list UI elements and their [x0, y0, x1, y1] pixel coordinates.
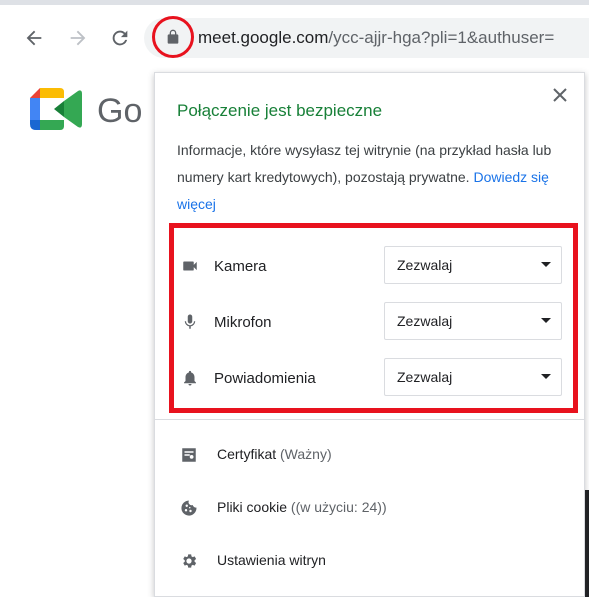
- reload-icon: [112, 30, 128, 46]
- permission-row-microphone: Mikrofon Zezwalaj: [174, 298, 573, 346]
- connection-status-title: Połączenie jest bezpieczne: [177, 101, 383, 120]
- select-value: Zezwalaj: [397, 369, 453, 385]
- close-icon: [553, 88, 567, 102]
- url-host: meet.google.com: [198, 28, 329, 47]
- forward-button[interactable]: [64, 24, 92, 52]
- menu-item-cookies[interactable]: Pliki cookie ((w użyciu: 24)): [155, 486, 584, 530]
- camera-icon: [180, 256, 200, 276]
- browser-toolbar: meet.google.com/ycc-ajjr-hga?pli=1&authu…: [0, 0, 589, 74]
- cookies-count: ((w użyciu: 24)): [290, 499, 387, 515]
- certificate-label: Certyfikat: [217, 446, 277, 462]
- close-button[interactable]: [550, 85, 570, 105]
- arrow-left-icon: [26, 30, 42, 46]
- permission-row-camera: Kamera Zezwalaj: [174, 242, 573, 290]
- bell-icon: [180, 368, 200, 388]
- permission-row-notifications: Powiadomienia Zezwalaj: [174, 354, 573, 402]
- permission-label: Powiadomienia: [214, 370, 316, 387]
- microphone-icon: [180, 312, 200, 332]
- permissions-section: Kamera Zezwalaj Mikrofon Zezwalaj Powiad…: [169, 223, 578, 413]
- arrow-right-icon: [70, 30, 86, 46]
- menu-item-label: Certyfikat (Ważny): [217, 446, 332, 462]
- certificate-status: (Ważny): [280, 446, 332, 462]
- site-info-popup: Połączenie jest bezpieczne Informacje, k…: [154, 72, 585, 597]
- cookie-icon: [179, 498, 199, 518]
- url-text[interactable]: meet.google.com/ycc-ajjr-hga?pli=1&authu…: [198, 28, 589, 48]
- tab-strip-edge: [0, 0, 589, 5]
- connection-description: Informacje, które wysyłasz tej witrynie …: [177, 137, 557, 218]
- url-path: /ycc-ajjr-hga?pli=1&authuser=: [328, 28, 555, 47]
- camera-permission-select[interactable]: Zezwalaj: [384, 246, 562, 284]
- gear-icon: [179, 551, 199, 571]
- menu-item-certificate[interactable]: Certyfikat (Ważny): [155, 433, 584, 477]
- menu-item-label: Ustawienia witryn: [217, 552, 326, 568]
- back-button[interactable]: [20, 24, 48, 52]
- menu-item-label: Pliki cookie ((w użyciu: 24)): [217, 499, 387, 515]
- select-value: Zezwalaj: [397, 257, 453, 273]
- cookies-label: Pliki cookie: [217, 499, 288, 515]
- permission-label: Mikrofon: [214, 314, 272, 331]
- microphone-permission-select[interactable]: Zezwalaj: [384, 302, 562, 340]
- reload-button[interactable]: [106, 24, 134, 52]
- page-dark-edge: [585, 490, 589, 597]
- site-info-button[interactable]: [152, 16, 194, 58]
- site-settings-label: Ustawienia witryn: [217, 552, 326, 568]
- menu-item-site-settings[interactable]: Ustawienia witryn: [155, 539, 584, 583]
- notifications-permission-select[interactable]: Zezwalaj: [384, 358, 562, 396]
- certificate-icon: [179, 445, 199, 465]
- select-value: Zezwalaj: [397, 313, 453, 329]
- meet-wordmark: Go: [97, 92, 143, 130]
- google-meet-logo: [30, 88, 82, 130]
- lock-icon: [167, 29, 179, 44]
- caret-down-icon: [541, 374, 551, 379]
- caret-down-icon: [541, 262, 551, 267]
- caret-down-icon: [541, 318, 551, 323]
- permission-label: Kamera: [214, 258, 267, 275]
- section-divider: [155, 419, 584, 420]
